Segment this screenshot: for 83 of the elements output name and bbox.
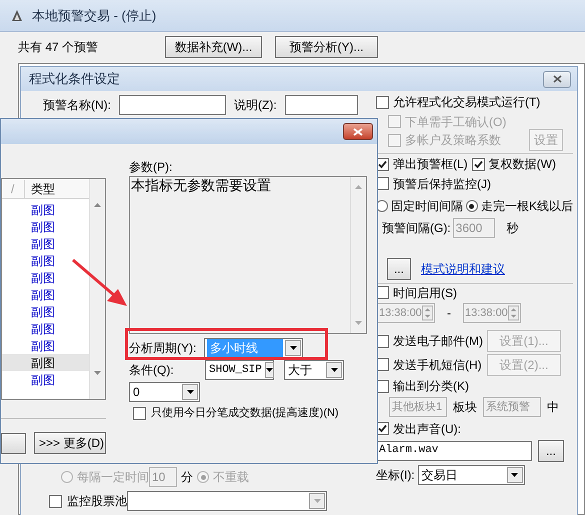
unit-label: 分 <box>181 469 193 486</box>
more-button[interactable]: ... <box>386 258 411 280</box>
field-label: 分析周期(Y): <box>129 340 198 357</box>
checkbox[interactable] <box>49 494 62 508</box>
caret-icon <box>326 362 342 378</box>
caret-icon <box>285 340 301 356</box>
scroll-up-icon <box>355 185 362 189</box>
checkbox-label: 发送电子邮件(M) <box>392 333 483 350</box>
caret-icon <box>182 384 198 400</box>
radio-label: 走完一根K线以后 <box>480 198 573 215</box>
dropdown[interactable]: 大于 <box>284 360 344 380</box>
range-separator: - <box>446 305 451 322</box>
field-label: 预警名称(N): <box>43 97 112 114</box>
field-label: 说明(Z): <box>234 97 278 114</box>
checkbox-label: 下单需手工确认(O) <box>404 114 506 130</box>
params-text: 本指标无参数需要设置 <box>130 177 272 195</box>
app-icon <box>10 8 24 22</box>
radio-label: 固定时间间隔 <box>390 198 463 215</box>
checkbox-label: 只使用今日分笔成交数据(提高速度)(N) <box>151 406 339 421</box>
scrollbar[interactable] <box>89 179 105 399</box>
field-label: 条件(Q): <box>129 362 175 379</box>
dropdown[interactable]: 0 <box>129 382 200 402</box>
annotation-arrow <box>71 258 129 308</box>
checkbox[interactable] <box>472 158 485 170</box>
spinner-icon <box>508 305 519 321</box>
checkbox-label: 允许程式化交易模式运行(T) <box>392 94 540 111</box>
checkbox-label: 输出到分类(K) <box>392 378 469 395</box>
dialog-title: 程式化条件设定 <box>29 70 120 88</box>
scroll-down-icon <box>355 321 362 325</box>
scroll-up-icon <box>94 203 101 207</box>
list-row[interactable]: 副图 <box>2 337 89 354</box>
list-row[interactable]: 副图 <box>2 201 89 218</box>
caret-icon <box>506 466 523 482</box>
checkbox-label: 发出声音(U): <box>392 420 461 438</box>
radio-label: 每隔一定时间 <box>77 469 149 486</box>
list-row[interactable]: 副图 <box>2 354 89 371</box>
list-row[interactable]: 副图 <box>2 320 89 337</box>
list-row[interactable]: 副图 <box>2 218 89 235</box>
browse-button[interactable]: ... <box>538 440 564 462</box>
list-row[interactable]: 副图 <box>2 286 89 303</box>
alert-count: 共有 47 个预警 <box>18 39 100 56</box>
field-label: 坐标(I): <box>376 466 415 484</box>
caret-icon <box>264 362 274 378</box>
scroll-down-icon <box>94 371 101 375</box>
checkbox-label: 预警后保持监控(J) <box>392 176 491 192</box>
field-label: 板块 <box>452 399 477 416</box>
unit-label: 秒 <box>506 220 519 237</box>
checkbox-label: 监控股票池 <box>67 493 127 510</box>
close-icon <box>552 75 562 83</box>
checkbox-label: 多帐户及策略系数 <box>404 132 501 149</box>
toolbar-button[interactable]: 预警分析(Y)... <box>275 36 378 58</box>
more-button[interactable]: >>> 更多(D) <box>34 432 106 454</box>
dropdown[interactable]: SHOW_SIP <box>205 360 274 380</box>
checkbox-label: 复权数据(W) <box>488 156 556 173</box>
close-button[interactable] <box>543 70 571 88</box>
dropdown[interactable] <box>127 491 327 511</box>
window-title: 本地预警交易 - (停止) <box>32 6 156 25</box>
toolbar-button[interactable]: 数据补充(W)... <box>165 36 262 58</box>
radio-button[interactable] <box>466 200 478 212</box>
list-row[interactable]: 副图 <box>2 371 89 388</box>
list-row[interactable]: 副图 <box>2 252 89 269</box>
close-button[interactable] <box>343 123 373 140</box>
input-field[interactable] <box>285 95 358 115</box>
checkbox-label: 弹出预警框(L) <box>392 156 468 173</box>
caret-icon <box>309 493 325 509</box>
field-label: 参数(P): <box>129 160 174 174</box>
checkbox-label: 时间启用(S) <box>392 284 457 302</box>
input-field[interactable]: Alarm.wav <box>376 440 532 460</box>
dropdown[interactable]: 交易日 <box>418 464 525 484</box>
radio-label: 不重载 <box>213 469 249 486</box>
help-link[interactable]: 模式说明和建议 <box>420 260 505 278</box>
list-row[interactable]: 副图 <box>2 235 89 252</box>
field-label: 预警间隔(G): <box>382 220 451 237</box>
list-row[interactable]: 副图 <box>2 303 89 320</box>
input-field[interactable] <box>119 95 226 115</box>
partial-button[interactable] <box>1 432 26 454</box>
field-label: 中 <box>546 399 559 416</box>
checkbox[interactable] <box>133 406 146 420</box>
close-icon <box>353 128 363 136</box>
checkbox-label: 发送手机短信(H) <box>392 356 482 374</box>
spinner-icon <box>422 305 433 321</box>
checkbox[interactable] <box>376 96 389 108</box>
list-row[interactable]: 副图 <box>2 269 89 286</box>
